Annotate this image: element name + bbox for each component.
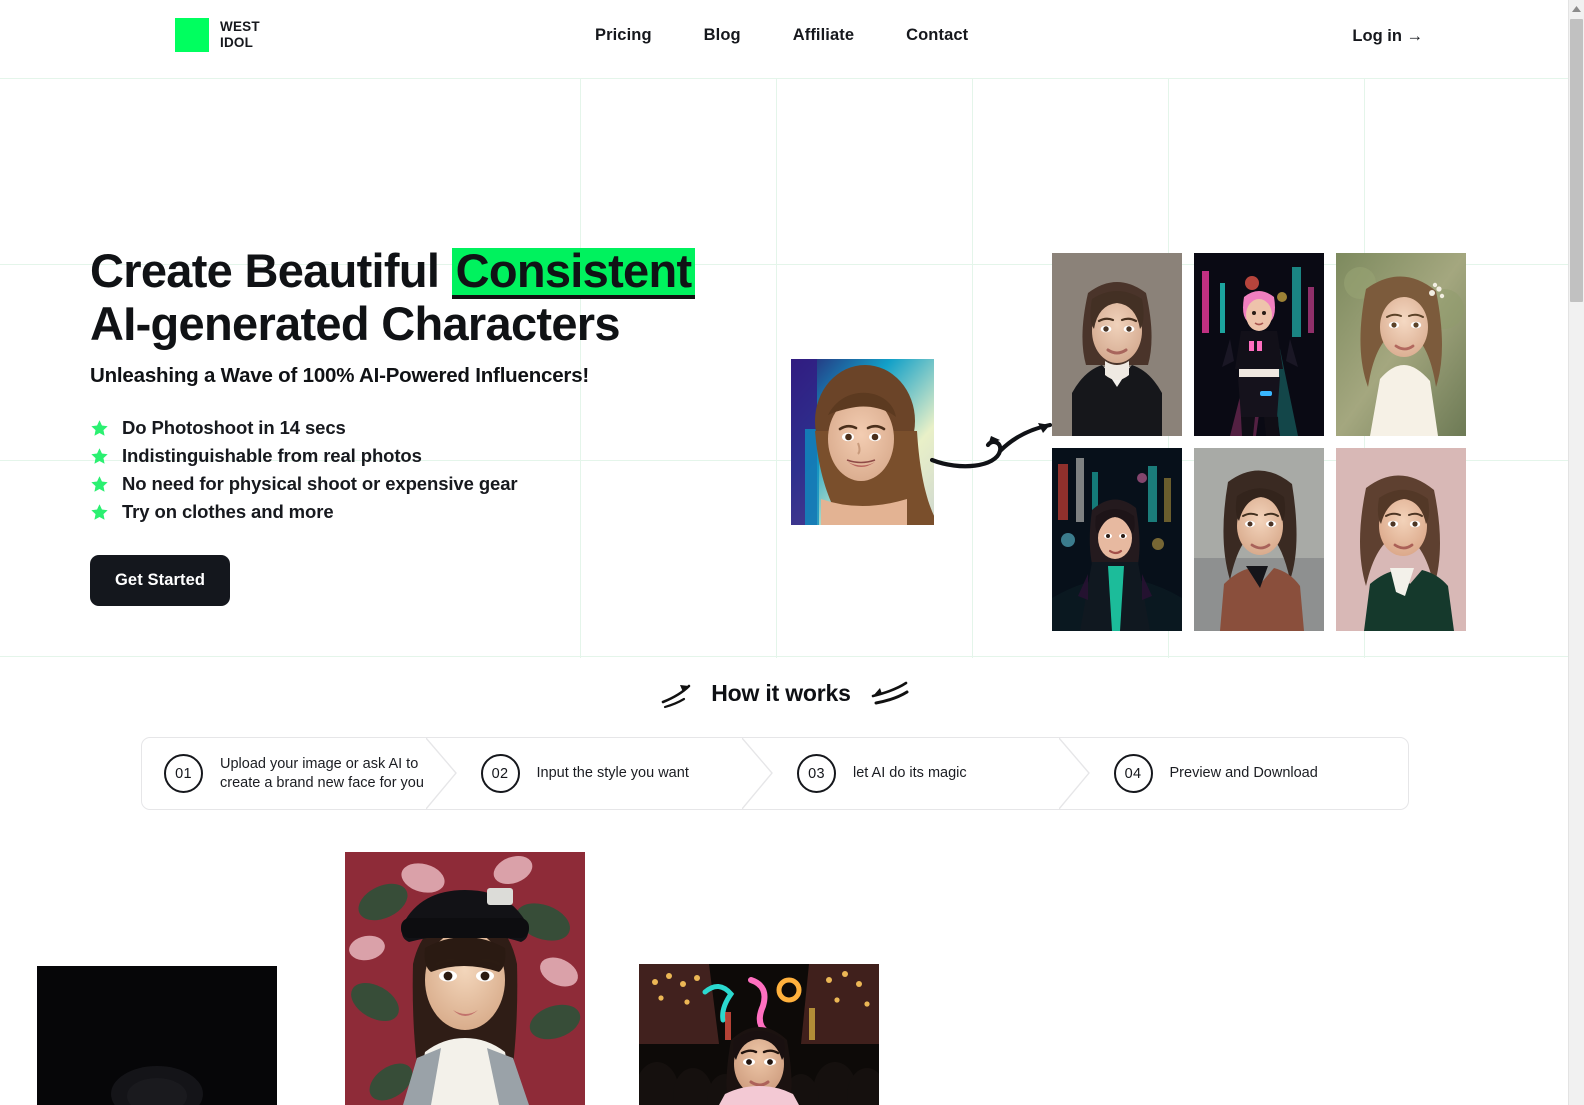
generated-photo[interactable] xyxy=(1336,448,1466,631)
get-started-button[interactable]: Get Started xyxy=(90,555,231,606)
nav-item-blog[interactable]: Blog xyxy=(704,26,741,45)
star-icon xyxy=(91,503,108,520)
feature-item: Indistinguishable from real photos xyxy=(90,442,790,470)
generated-photo[interactable] xyxy=(1336,253,1466,436)
step-text: Upload your image or ask AI to create a … xyxy=(220,755,424,791)
browser-viewport: WEST IDOL Pricing Blog Affiliate Contact… xyxy=(0,0,1568,1105)
how-it-works-steps: 01 Upload your image or ask AI to create… xyxy=(141,737,1409,810)
feature-item: No need for physical shoot or expensive … xyxy=(90,470,790,498)
headline-part-2: AI-generated Characters xyxy=(90,297,621,350)
logo-line-2: IDOL xyxy=(220,35,254,50)
vertical-scrollbar[interactable] xyxy=(1568,0,1584,1105)
star-icon xyxy=(91,475,108,492)
logo-mark-icon xyxy=(175,18,209,52)
step-number: 03 xyxy=(797,754,836,793)
site-header: WEST IDOL Pricing Blog Affiliate Contact… xyxy=(0,0,1568,78)
scrollbar-thumb[interactable] xyxy=(1570,19,1583,302)
bottom-gallery xyxy=(0,850,1568,1105)
nav-item-contact[interactable]: Contact xyxy=(906,26,968,45)
feature-label: Do Photoshoot in 14 secs xyxy=(122,417,346,438)
star-icon xyxy=(91,419,108,436)
headline-part-1: Create Beautiful xyxy=(90,244,452,297)
feature-label: Indistinguishable from real photos xyxy=(122,445,422,466)
hero-left-column: Create Beautiful Consistent AI-generated… xyxy=(90,246,790,606)
how-it-works-header: How it works xyxy=(0,676,1568,710)
step-item[interactable]: 03 let AI do its magic xyxy=(775,738,1092,809)
generated-photo-grid xyxy=(1052,253,1466,631)
step-number: 01 xyxy=(164,754,203,793)
feature-label: Try on clothes and more xyxy=(122,501,334,522)
step-item[interactable]: 04 Preview and Download xyxy=(1092,738,1409,809)
right-squiggle-icon xyxy=(871,681,909,705)
login-link[interactable]: Log in → xyxy=(1352,27,1423,46)
scroll-up-arrow-icon[interactable] xyxy=(1569,0,1584,17)
headline-highlight: Consistent xyxy=(451,247,696,299)
source-photo xyxy=(791,359,934,525)
step-text: Input the style you want xyxy=(536,765,689,781)
generated-photo[interactable] xyxy=(1194,253,1324,436)
generated-photo[interactable] xyxy=(1052,253,1182,436)
step-number: 02 xyxy=(480,754,520,793)
gallery-image[interactable] xyxy=(345,852,585,1105)
main-navigation: Pricing Blog Affiliate Contact xyxy=(595,26,968,45)
nav-item-pricing[interactable]: Pricing xyxy=(595,26,652,45)
logo[interactable]: WEST IDOL xyxy=(175,18,260,52)
gallery-image[interactable] xyxy=(37,966,277,1105)
feature-item: Try on clothes and more xyxy=(90,498,790,526)
generated-photo[interactable] xyxy=(1052,448,1182,631)
how-it-works-title: How it works xyxy=(711,679,851,706)
curved-arrow-icon xyxy=(930,422,1053,469)
page-root: WEST IDOL Pricing Blog Affiliate Contact… xyxy=(0,0,1584,1105)
step-separator-chevron-icon xyxy=(1058,738,1090,809)
step-item[interactable]: 02 Input the style you want xyxy=(459,738,776,809)
step-text: let AI do its magic xyxy=(853,765,967,781)
hero-subtitle: Unleashing a Wave of 100% AI-Powered Inf… xyxy=(90,364,590,387)
feature-item: Do Photoshoot in 14 secs xyxy=(90,414,790,442)
step-item[interactable]: 01 Upload your image or ask AI to create… xyxy=(142,738,459,809)
page-title: Create Beautiful Consistent AI-generated… xyxy=(90,246,790,348)
generated-photo[interactable] xyxy=(1194,448,1324,631)
star-icon xyxy=(91,447,108,464)
gallery-image[interactable] xyxy=(639,964,879,1105)
nav-item-affiliate[interactable]: Affiliate xyxy=(793,26,854,45)
feature-label: No need for physical shoot or expensive … xyxy=(122,473,518,494)
feature-list: Do Photoshoot in 14 secs Indistinguishab… xyxy=(90,414,790,526)
step-number: 04 xyxy=(1113,754,1153,793)
step-separator-chevron-icon xyxy=(742,738,773,809)
logo-text: WEST IDOL xyxy=(220,19,260,51)
logo-line-1: WEST xyxy=(220,19,260,34)
step-text: Preview and Download xyxy=(1169,765,1318,781)
left-squiggle-icon xyxy=(661,684,691,709)
